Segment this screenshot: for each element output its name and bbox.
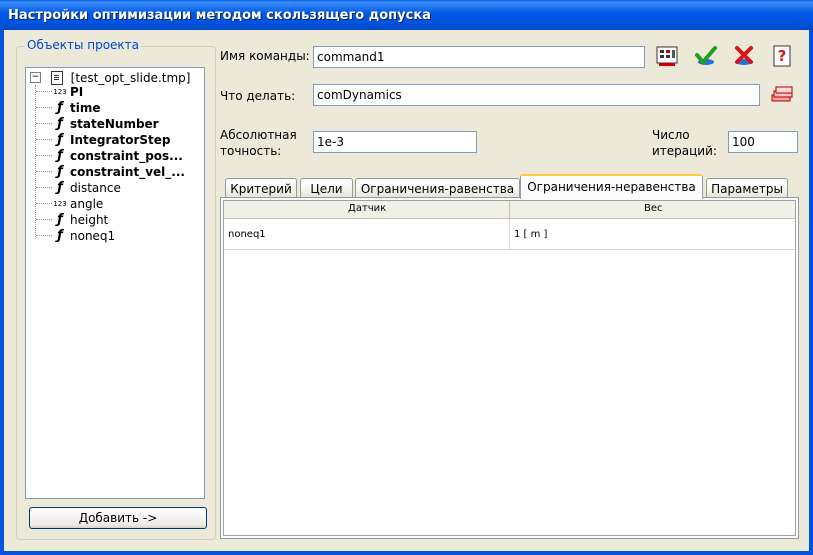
- tree-item-height[interactable]: ƒ height: [36, 212, 108, 228]
- tree-item-label: noneq1: [70, 228, 116, 243]
- abs-accuracy-input[interactable]: 1e-3: [313, 131, 477, 153]
- help-icon[interactable]: ?: [770, 44, 794, 68]
- project-objects-title: Объекты проекта: [25, 38, 142, 52]
- tree-item-label: distance: [70, 180, 121, 195]
- function-variable-icon: ƒ: [57, 100, 63, 115]
- tree-root-label: [test_opt_slide.tmp]: [70, 70, 191, 85]
- tree-item-distance[interactable]: ƒ distance: [36, 180, 121, 196]
- tree-item-label: time: [70, 100, 101, 115]
- tab-panel: Датчик Вес noneq1 1 [ m ]: [220, 197, 799, 539]
- abs-accuracy-label-line1: Абсолютная: [220, 128, 297, 142]
- command-name-input[interactable]: command1: [313, 46, 645, 68]
- project-objects-group: Объекты проекта − [test_opt_slide.tmp] 1…: [16, 38, 216, 540]
- tab-inequality-constraints[interactable]: Ограничения-неравенства: [520, 174, 703, 199]
- cancel-icon[interactable]: [732, 44, 756, 68]
- dialog-window: Настройки оптимизации методом скользящег…: [0, 0, 813, 555]
- tree-item-label: stateNumber: [70, 116, 159, 131]
- check-icon[interactable]: [694, 44, 718, 68]
- iterations-label-line2: итераций:: [652, 144, 717, 158]
- function-variable-icon: ƒ: [57, 212, 63, 227]
- project-tree[interactable]: − [test_opt_slide.tmp] 123 PI ƒ time ƒ stat…: [25, 67, 205, 499]
- column-header-sensor[interactable]: Датчик: [348, 203, 386, 214]
- tree-item-label: constraint_pos...: [70, 148, 183, 163]
- tree-item-angle[interactable]: 123 angle: [36, 196, 103, 212]
- collapse-icon[interactable]: −: [30, 72, 41, 83]
- function-variable-icon: ƒ: [57, 132, 63, 147]
- tree-item-label: PI: [70, 84, 84, 99]
- action-input[interactable]: comDynamics: [313, 84, 760, 106]
- abs-accuracy-label-line2: точность:: [220, 144, 282, 158]
- window-title: Настройки оптимизации методом скользящег…: [8, 8, 431, 23]
- tree-item-integratorstep[interactable]: ƒ IntegratorStep: [36, 132, 171, 148]
- tab-parameters[interactable]: Параметры: [706, 178, 788, 198]
- row-divider: [509, 219, 510, 249]
- function-variable-icon: ƒ: [57, 116, 63, 131]
- tree-item-noneq1[interactable]: ƒ noneq1: [36, 228, 115, 244]
- iterations-label-line1: Число: [652, 128, 690, 142]
- tree-item-label: IntegratorStep: [70, 132, 171, 147]
- svg-text:?: ?: [778, 47, 787, 65]
- action-label: Что делать:: [220, 89, 296, 103]
- tab-goals[interactable]: Цели: [300, 178, 353, 198]
- sensor-weight-table[interactable]: Датчик Вес noneq1 1 [ m ]: [223, 200, 796, 536]
- tree-item-label: angle: [70, 196, 104, 211]
- tree-item-time[interactable]: ƒ time: [36, 100, 101, 116]
- title-bar[interactable]: Настройки оптимизации методом скользящег…: [0, 0, 813, 30]
- column-header-weight[interactable]: Вес: [644, 203, 663, 214]
- function-variable-icon: ƒ: [57, 164, 63, 179]
- tree-item-label: constraint_vel_...: [70, 164, 185, 179]
- tab-equality-constraints[interactable]: Ограничения-равенства: [355, 178, 520, 198]
- function-variable-icon: ƒ: [57, 148, 63, 163]
- cell-weight[interactable]: 1 [ m ]: [514, 229, 547, 240]
- table-header: Датчик Вес: [224, 201, 795, 219]
- tree-item-label: height: [70, 212, 109, 227]
- dialog-client: Объекты проекта − [test_opt_slide.tmp] 1…: [4, 30, 809, 551]
- column-divider[interactable]: [509, 201, 510, 218]
- number-variable-icon: 123: [53, 199, 67, 208]
- calculator-icon[interactable]: [655, 44, 679, 68]
- stack-icon[interactable]: [770, 83, 794, 107]
- number-variable-icon: 123: [53, 87, 67, 96]
- add-button[interactable]: Добавить ->: [29, 507, 207, 529]
- document-icon: [50, 70, 63, 85]
- iterations-input[interactable]: 100: [728, 131, 798, 153]
- cell-sensor[interactable]: noneq1: [228, 229, 266, 240]
- command-name-label: Имя команды:: [220, 49, 310, 63]
- tab-criterion[interactable]: Критерий: [225, 178, 297, 198]
- tree-item-constraint-pos[interactable]: ƒ constraint_pos...: [36, 148, 183, 164]
- function-variable-icon: ƒ: [57, 228, 63, 243]
- tree-item-pi[interactable]: 123 PI: [36, 84, 83, 100]
- tree-item-statenumber[interactable]: ƒ stateNumber: [36, 116, 159, 132]
- function-variable-icon: ƒ: [57, 180, 63, 195]
- tree-item-constraint-vel[interactable]: ƒ constraint_vel_...: [36, 164, 185, 180]
